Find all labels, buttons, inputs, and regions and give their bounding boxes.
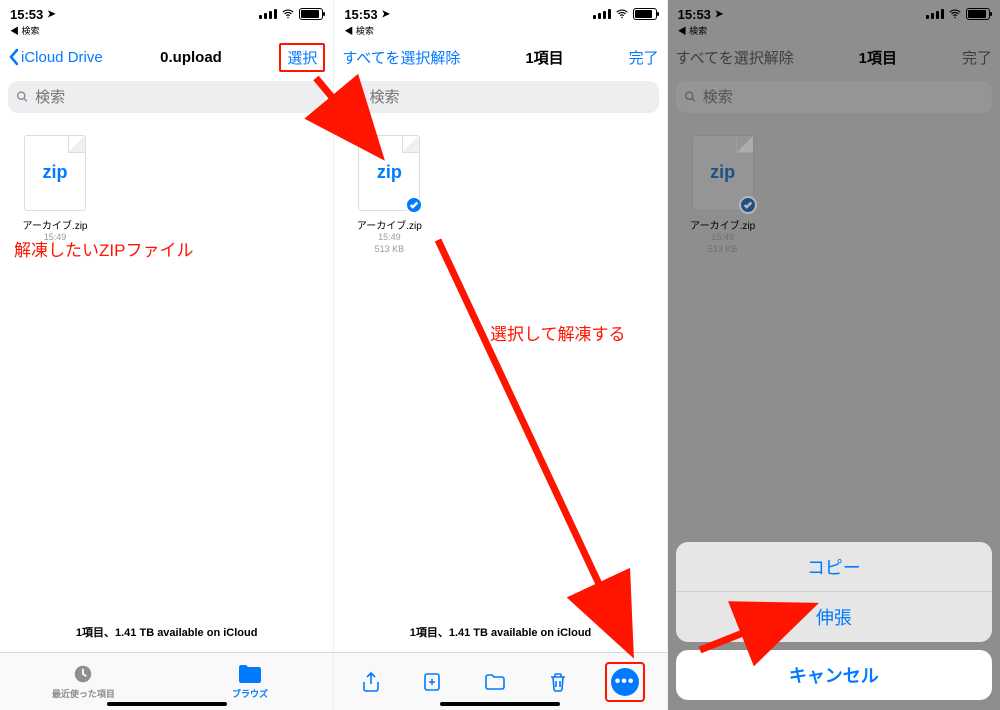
trash-icon (546, 670, 570, 694)
search-icon (684, 90, 697, 104)
status-time: 15:53 (678, 7, 711, 22)
file-name: アーカイブ.zip (14, 217, 96, 232)
action-sheet-group: コピー 伸張 (676, 542, 992, 642)
zip-label: zip (359, 162, 419, 183)
storage-info: 1項目、1.41 TB available on iCloud (334, 624, 666, 640)
cellular-icon (593, 9, 611, 19)
tab-recents-label: 最近使った項目 (0, 687, 167, 700)
battery-icon (633, 8, 657, 20)
selected-check-icon (405, 196, 423, 214)
search-input (703, 89, 984, 106)
deselect-all-button: すべてを選択解除 (676, 47, 794, 68)
action-sheet: コピー 伸張 キャンセル (676, 542, 992, 700)
location-icon: ➤ (382, 9, 390, 20)
sheet-cancel[interactable]: キャンセル (676, 650, 992, 700)
file-item-selected[interactable]: zip アーカイブ.zip 15:49 513 KB (348, 135, 430, 255)
share-icon (359, 670, 383, 694)
battery-icon (299, 8, 323, 20)
zip-thumbnail: zip (358, 135, 420, 211)
delete-button[interactable] (543, 667, 573, 697)
sheet-expand[interactable]: 伸張 (676, 592, 992, 642)
back-to-app[interactable]: ◀ 検索 (334, 24, 666, 37)
file-item-selected: zip アーカイブ.zip 15:49 513 KB (682, 135, 764, 255)
search-bar (676, 81, 992, 113)
nav-bar: iCloud Drive 0.upload 選択 (0, 37, 333, 77)
selected-check-icon (739, 196, 757, 214)
wifi-icon (281, 7, 295, 21)
zip-label: zip (25, 162, 85, 183)
pane-actionsheet: 15:53 ➤ ◀ 検索 すべてを選択解除 1項目 完了 zip (667, 0, 1000, 710)
nav-bar: すべてを選択解除 1項目 完了 (334, 37, 666, 77)
home-indicator[interactable] (107, 702, 227, 706)
file-item[interactable]: zip アーカイブ.zip 15:49 (14, 135, 96, 244)
file-size: 513 KB (348, 244, 430, 256)
sheet-copy[interactable]: コピー (676, 542, 992, 592)
search-icon (16, 90, 29, 104)
status-time: 15:53 (10, 7, 43, 22)
deselect-all-button[interactable]: すべてを選択解除 (342, 47, 460, 68)
file-name: アーカイブ.zip (348, 217, 430, 232)
folder-icon (167, 663, 334, 685)
wifi-icon (615, 7, 629, 21)
storage-info: 1項目、1.41 TB available on iCloud (0, 624, 333, 640)
selection-count: 1項目 (859, 47, 897, 68)
clock-icon (0, 663, 167, 685)
file-size: 513 KB (682, 244, 764, 256)
zip-thumbnail: zip (24, 135, 86, 211)
status-time: 15:53 (344, 7, 377, 22)
back-label: iCloud Drive (21, 49, 103, 66)
battery-icon (966, 8, 990, 20)
move-button[interactable] (480, 667, 510, 697)
done-button[interactable]: 完了 (629, 47, 659, 68)
search-input[interactable] (369, 89, 650, 106)
search-bar[interactable] (8, 81, 325, 113)
zip-thumbnail: zip (692, 135, 754, 211)
file-time: 15:49 (348, 232, 430, 244)
share-button[interactable] (356, 667, 386, 697)
select-button[interactable]: 選択 (279, 43, 325, 72)
folder-outline-icon (483, 670, 507, 694)
more-button[interactable]: ••• (605, 662, 645, 702)
selection-count: 1項目 (525, 47, 563, 68)
wifi-icon (948, 7, 962, 21)
copy-button[interactable] (418, 667, 448, 697)
copy-plus-icon (421, 670, 445, 694)
nav-bar: すべてを選択解除 1項目 完了 (668, 37, 1000, 77)
tab-recents[interactable]: 最近使った項目 (0, 663, 167, 700)
home-indicator[interactable] (440, 702, 560, 706)
pane-browse: 15:53 ➤ ◀ 検索 iCloud Drive 0.upload 選択 (0, 0, 333, 710)
more-icon: ••• (611, 668, 639, 696)
back-to-app[interactable]: ◀ 検索 (668, 24, 1000, 37)
location-icon: ➤ (715, 9, 723, 20)
location-icon: ➤ (47, 9, 55, 20)
file-grid: zip アーカイブ.zip 15:49 513 KB (334, 123, 666, 267)
tab-browse[interactable]: ブラウズ (167, 663, 334, 700)
chevron-left-icon (8, 48, 19, 66)
cellular-icon (926, 9, 944, 19)
file-time: 15:49 (682, 232, 764, 244)
search-icon (350, 90, 363, 104)
search-input[interactable] (35, 89, 317, 106)
done-button: 完了 (962, 47, 992, 68)
folder-title: 0.upload (160, 49, 222, 66)
search-bar[interactable] (342, 81, 658, 113)
annotation-label-2: 選択して解凍する (490, 320, 626, 345)
back-to-app[interactable]: ◀ 検索 (0, 24, 333, 37)
back-button[interactable]: iCloud Drive (8, 48, 103, 66)
annotation-label-1: 解凍したいZIPファイル (14, 236, 193, 261)
file-name: アーカイブ.zip (682, 217, 764, 232)
file-grid: zip アーカイブ.zip 15:49 513 KB (668, 123, 1000, 267)
cellular-icon (259, 9, 277, 19)
pane-selected: 15:53 ➤ ◀ 検索 すべてを選択解除 1項目 完了 zip (333, 0, 666, 710)
zip-label: zip (693, 162, 753, 183)
tab-browse-label: ブラウズ (167, 687, 334, 700)
